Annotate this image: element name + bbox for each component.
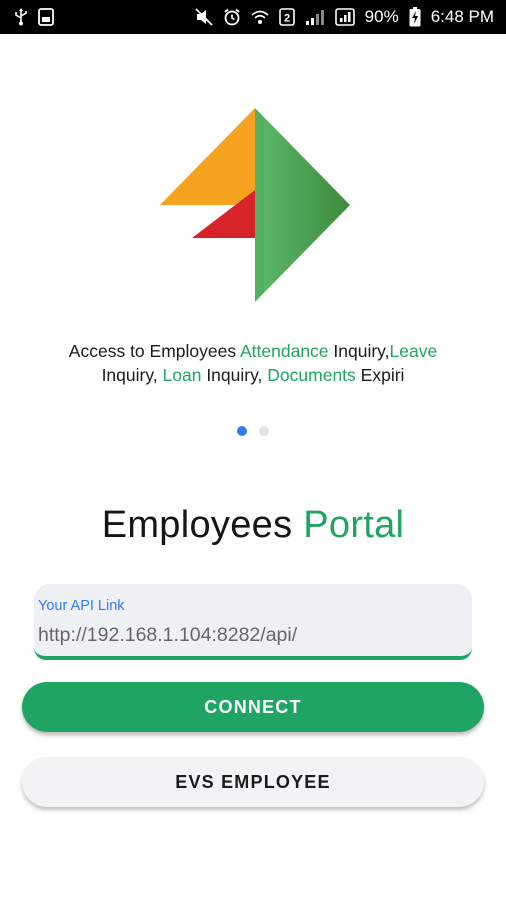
wifi-icon	[251, 8, 269, 26]
svg-text:2: 2	[284, 13, 290, 25]
alarm-icon	[223, 8, 241, 26]
api-link-label: Your API Link	[38, 598, 125, 614]
caption-text: Inquiry,	[201, 365, 268, 385]
usb-icon	[14, 8, 28, 26]
status-left	[14, 8, 54, 26]
status-time: 6:48 PM	[430, 7, 494, 26]
title-part-employees: Employees	[101, 504, 304, 546]
battery-percent: 90%	[364, 7, 399, 26]
caption-text: Inquiry,	[101, 365, 163, 385]
app-logo	[158, 108, 352, 304]
title-part-portal: Portal	[303, 504, 405, 546]
api-link-field[interactable]: Your API Link	[34, 584, 472, 660]
feature-caption: Access to Employees Attendance Inquiry,L…	[20, 339, 486, 387]
caption-text: Expiri	[355, 365, 405, 385]
status-bar: 2 90% 6:48 PM	[0, 0, 506, 34]
sim-notification-icon	[38, 8, 54, 26]
caption-highlight-loan: Loan	[162, 365, 202, 385]
caption-highlight-leave: Leave	[389, 341, 438, 361]
battery-charging-icon	[409, 7, 421, 27]
caption-text: Inquiry,	[328, 341, 390, 361]
caption-highlight-attendance: Attendance	[240, 341, 329, 361]
signal-icon	[305, 8, 325, 26]
signal-box-icon	[334, 8, 355, 26]
page-title: Employees Portal	[0, 504, 506, 547]
pager-dot-active[interactable]	[237, 426, 247, 436]
caption-highlight-documents: Documents	[267, 365, 356, 385]
connect-button[interactable]: CONNECT	[22, 682, 484, 732]
data-icon: 2	[278, 8, 295, 26]
pager-indicator	[0, 426, 506, 436]
status-right: 2 90% 6:48 PM	[195, 7, 494, 27]
caption-text: Access to Employees	[68, 341, 240, 361]
evs-employee-button[interactable]: EVS EMPLOYEE	[22, 757, 484, 807]
api-link-input[interactable]	[38, 622, 458, 648]
pager-dot[interactable]	[259, 426, 269, 436]
mute-icon	[195, 8, 213, 26]
